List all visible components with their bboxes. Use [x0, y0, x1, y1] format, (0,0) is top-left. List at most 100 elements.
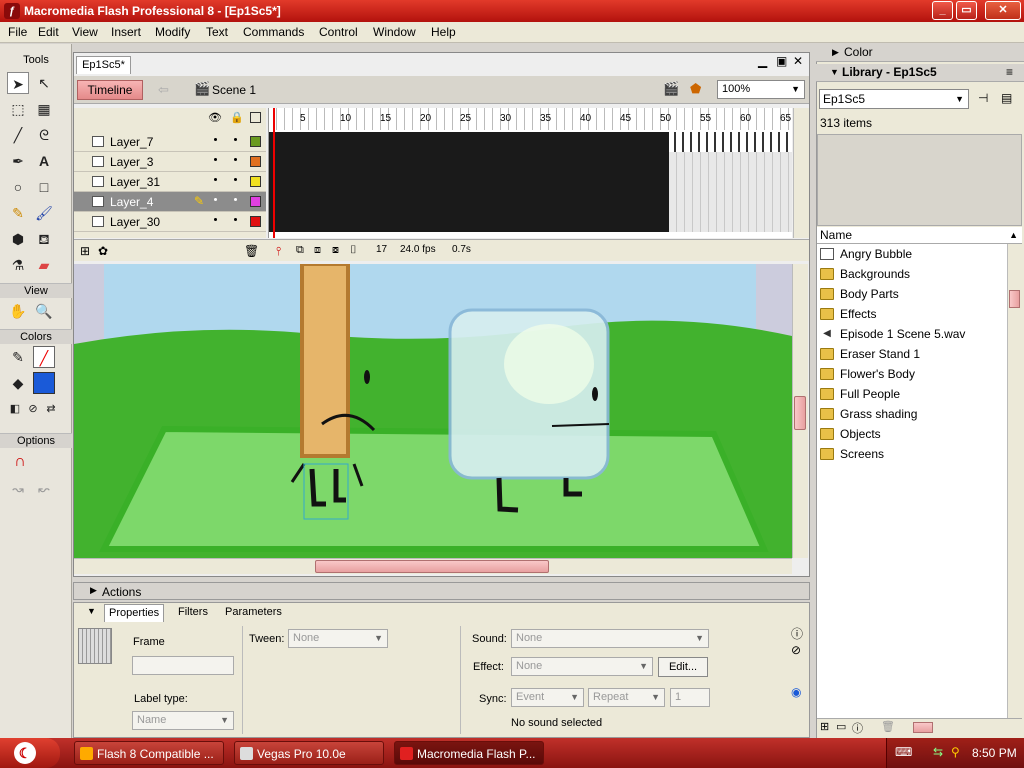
library-document-select[interactable]: Ep1Sc5 ▼ — [819, 89, 969, 109]
sync-select[interactable]: Event ▼ — [511, 688, 584, 707]
frame-span[interactable] — [269, 172, 792, 192]
close-button[interactable]: ✕ — [985, 1, 1021, 20]
document-tab[interactable]: Ep1Sc5* — [76, 56, 131, 74]
menu-view[interactable]: View — [72, 25, 98, 39]
keyboard-icon[interactable]: ⌨ — [895, 745, 912, 759]
layer-row-selected[interactable]: Layer_4 ✎ — [74, 192, 266, 212]
layer-color-swatch[interactable] — [250, 176, 261, 187]
back-arrow-icon[interactable]: ⇦ — [158, 82, 169, 98]
list-item[interactable]: Backgrounds — [817, 264, 1007, 284]
timeline-toggle-button[interactable]: Timeline — [77, 80, 143, 100]
menu-help[interactable]: Help — [431, 25, 456, 39]
taskbar-item-active[interactable]: Macromedia Flash P... — [394, 741, 544, 765]
library-panel-header[interactable]: ▼ Library - Ep1Sc5 ≡ — [816, 64, 1024, 82]
onion-skin-icon[interactable]: ⧉ — [296, 244, 304, 257]
visibility-dot[interactable] — [214, 218, 217, 221]
edit-effect-button[interactable]: Edit... — [658, 657, 708, 677]
snap-to-objects-icon[interactable]: ∩ — [9, 451, 31, 473]
menu-edit[interactable]: Edit — [38, 25, 59, 39]
eraser-tool-icon[interactable]: ▰ — [33, 254, 55, 276]
doc-minimize-icon[interactable]: ▁ — [758, 54, 767, 68]
frame-span[interactable] — [269, 132, 792, 152]
flash-app-icon[interactable]: ƒ — [4, 3, 20, 19]
color-panel-header[interactable]: ▶ Color — [816, 44, 1024, 62]
menu-modify[interactable]: Modify — [155, 25, 190, 39]
help-icon[interactable]: ⓘ — [791, 625, 803, 642]
list-item[interactable]: Grass shading — [817, 404, 1007, 424]
layer-row[interactable]: Layer_7 — [74, 132, 266, 152]
onion-outlines-icon[interactable]: ⧈ — [314, 244, 321, 257]
delete-layer-icon[interactable]: 🗑 — [244, 244, 259, 258]
layer-row[interactable]: Layer_3 — [74, 152, 266, 172]
layer-color-swatch[interactable] — [250, 136, 261, 147]
zoom-tool-icon[interactable]: 🔍 — [33, 300, 55, 322]
frame-label-input[interactable] — [132, 656, 234, 675]
new-folder-icon[interactable]: ▭ — [836, 720, 846, 733]
edit-icon[interactable]: ⊘ — [791, 643, 801, 657]
hand-tool-icon[interactable]: ✋ — [7, 300, 29, 322]
edit-scene-icon[interactable]: 🎬 — [663, 81, 679, 97]
add-layer-icon[interactable]: ⊞ — [80, 244, 90, 258]
panel-menu-icon[interactable]: ≡ — [1006, 64, 1013, 81]
stage-hscroll-thumb[interactable] — [315, 560, 549, 573]
library-name-column-header[interactable]: Name ▲ — [817, 227, 1022, 244]
menu-window[interactable]: Window — [373, 25, 416, 39]
menu-text[interactable]: Text — [206, 25, 228, 39]
maximize-button[interactable]: ▭ — [956, 1, 977, 20]
text-tool-icon[interactable]: A — [33, 150, 55, 172]
layer-color-swatch[interactable] — [250, 216, 261, 227]
delete-icon[interactable]: 🗑 — [881, 720, 895, 733]
list-item[interactable]: Objects — [817, 424, 1007, 444]
search-icon[interactable]: ⚲ — [951, 745, 960, 759]
list-item[interactable]: Screens — [817, 444, 1007, 464]
visibility-dot[interactable] — [214, 158, 217, 161]
oval-tool-icon[interactable]: ○ — [7, 176, 29, 198]
doc-restore-icon[interactable]: ▣ — [776, 54, 787, 68]
stage-vscroll-thumb[interactable] — [794, 396, 806, 430]
free-transform-tool-icon[interactable]: ⬚ — [7, 98, 29, 120]
visibility-dot[interactable] — [214, 138, 217, 141]
lock-dot[interactable] — [234, 138, 237, 141]
ink-bottle-tool-icon[interactable]: ⬢ — [7, 228, 29, 250]
library-hscroll-thumb[interactable] — [913, 722, 933, 733]
smooth-icon[interactable]: ↝ — [7, 478, 29, 500]
sort-icon[interactable]: ▲ — [1009, 227, 1018, 244]
taskbar-item[interactable]: Flash 8 Compatible ... — [74, 741, 224, 765]
brush-tool-icon[interactable]: 🖌 — [33, 202, 55, 224]
swap-colors-icon[interactable]: ⇄ — [40, 398, 62, 420]
layer-color-swatch[interactable] — [250, 196, 261, 207]
playhead[interactable] — [273, 108, 275, 238]
zoom-select[interactable]: 100% ▼ — [717, 80, 805, 99]
sound-select[interactable]: None ▼ — [511, 629, 709, 648]
stroke-color-icon[interactable]: ✎ — [7, 346, 29, 368]
edit-multiple-frames-icon[interactable]: ⧇ — [332, 244, 339, 257]
pencil-tool-icon[interactable]: ✎ — [7, 202, 29, 224]
rectangle-tool-icon[interactable]: □ — [33, 176, 55, 198]
layer-row[interactable]: Layer_30 — [74, 212, 266, 232]
modify-onion-markers-icon[interactable]: ⌷ — [350, 244, 357, 257]
visibility-dot[interactable] — [214, 178, 217, 181]
straighten-icon[interactable]: ↜ — [33, 478, 55, 500]
label-type-select[interactable]: Name ▼ — [132, 711, 234, 730]
outline-icon[interactable] — [250, 112, 261, 123]
effect-select[interactable]: None ▼ — [511, 657, 653, 676]
lock-dot[interactable] — [234, 218, 237, 221]
frame-ruler[interactable]: 5 10 15 20 25 30 35 40 45 50 55 60 65 — [269, 108, 792, 130]
start-button[interactable]: ☾ — [0, 738, 60, 768]
list-item[interactable]: Angry Bubble — [817, 244, 1007, 264]
lock-dot[interactable] — [234, 198, 237, 201]
paint-bucket-tool-icon[interactable]: ⛾ — [33, 228, 55, 250]
list-item[interactable]: Eraser Stand 1 — [817, 344, 1007, 364]
menu-insert[interactable]: Insert — [111, 25, 141, 39]
line-tool-icon[interactable]: ╱ — [7, 124, 29, 146]
add-motion-guide-icon[interactable]: ✿ — [98, 244, 108, 258]
library-vscroll[interactable] — [1007, 244, 1022, 718]
center-frame-icon[interactable]: ⫯ — [276, 244, 281, 259]
fill-color-swatch[interactable] — [33, 372, 55, 394]
list-item[interactable]: Effects — [817, 304, 1007, 324]
pin-library-icon[interactable]: ⊣ — [978, 91, 988, 105]
taskbar-item[interactable]: Vegas Pro 10.0e — [234, 741, 384, 765]
lock-dot[interactable] — [234, 178, 237, 181]
accessibility-icon[interactable]: ◉ — [791, 685, 801, 699]
list-item[interactable]: ◀ Episode 1 Scene 5.wav — [817, 324, 1007, 344]
